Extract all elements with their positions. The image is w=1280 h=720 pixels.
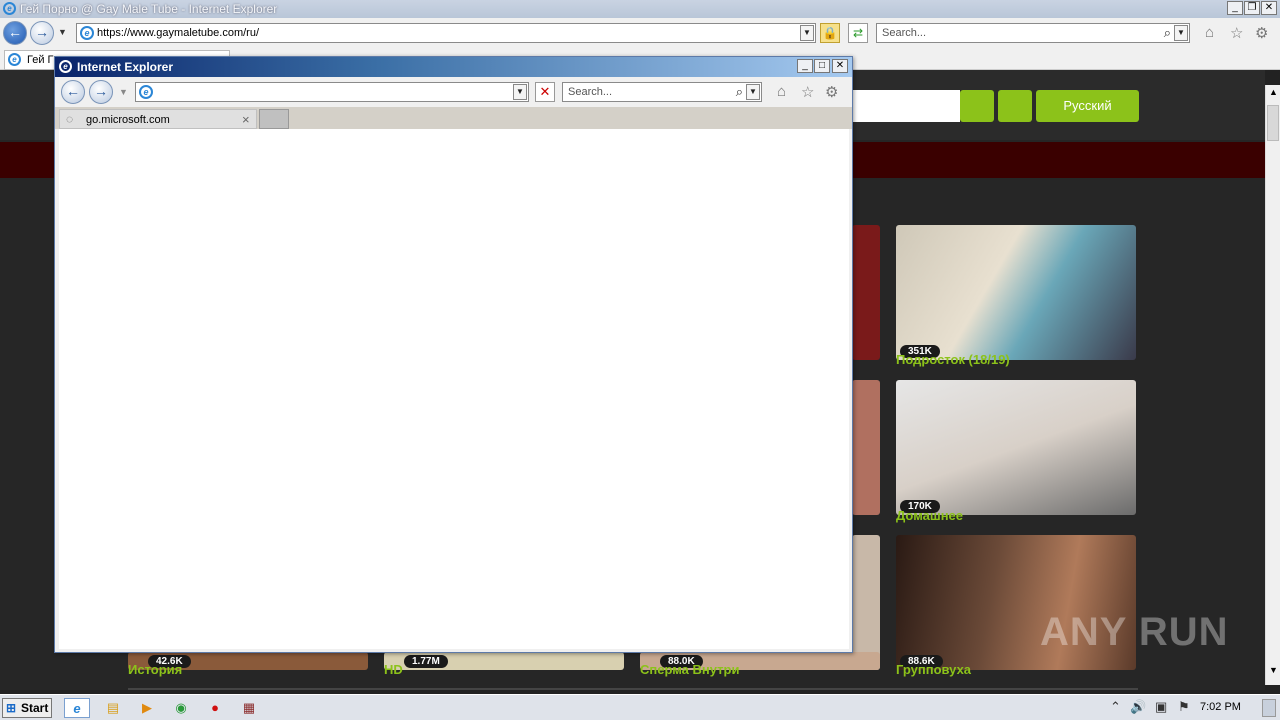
search-placeholder: Search... [882, 27, 927, 39]
popup-minimize-button[interactable]: _ [797, 59, 813, 73]
favorites-star-icon[interactable]: ☆ [1230, 24, 1243, 42]
anyrun-watermark: ANY RUN [1040, 610, 1229, 654]
site-search-button[interactable] [960, 90, 994, 122]
tab-close-icon[interactable]: × [242, 112, 250, 127]
home-icon[interactable]: ⌂ [1205, 24, 1214, 41]
tab-label: go.microsoft.com [86, 114, 170, 126]
video-card[interactable] [852, 535, 880, 670]
minimize-button[interactable]: _ [1227, 1, 1243, 15]
ie-taskbar-icon[interactable]: e [64, 698, 90, 718]
tab-ie-icon: e [8, 53, 21, 66]
popup-tab-bar: ◌ go.microsoft.com × [55, 107, 852, 129]
scroll-down-icon[interactable]: ▼ [1269, 665, 1278, 675]
forward-button[interactable]: → [30, 21, 54, 45]
forward-button[interactable]: → [89, 80, 113, 104]
category-label[interactable]: Домашнее [896, 508, 963, 523]
video-card[interactable]: 1.77M [384, 652, 624, 670]
clock[interactable]: 7:02 PM [1200, 701, 1241, 713]
action-center-flag-icon[interactable]: ⚑ [1178, 699, 1190, 715]
back-button[interactable]: ← [61, 80, 85, 104]
search-placeholder: Search... [568, 86, 613, 98]
ie-logo-icon: e [3, 2, 16, 15]
search-dropdown-icon[interactable]: ▼ [1174, 25, 1188, 41]
ie-logo-icon: e [59, 60, 72, 73]
category-label[interactable]: HD [384, 662, 403, 677]
tab-label: Гей Г [27, 54, 54, 66]
page-ie-icon: e [80, 26, 94, 40]
search-icon[interactable]: ⌕ [736, 84, 743, 100]
page-ie-icon: e [139, 85, 153, 99]
popup-window: e Internet Explorer _ □ ✕ ← → ▼ e ▼ ✕ Se… [54, 56, 853, 653]
stop-icon[interactable]: ✕ [535, 82, 555, 102]
video-card[interactable]: 351K [896, 225, 1136, 360]
explorer-folder-icon[interactable]: ▤ [100, 698, 126, 718]
category-label[interactable]: Подросток (18/19) [896, 352, 1010, 367]
popup-restore-button[interactable]: □ [814, 59, 830, 73]
home-icon[interactable]: ⌂ [777, 83, 786, 100]
page-scrollbar[interactable]: ▲ ▼ [1265, 85, 1280, 685]
category-label[interactable]: Сперма Внутри [640, 662, 739, 677]
video-card[interactable]: 170K [896, 380, 1136, 515]
popup-page-content [59, 129, 849, 649]
history-dropdown-icon[interactable]: ▼ [58, 27, 67, 37]
new-tab-button[interactable] [259, 109, 289, 129]
media-player-icon[interactable]: ▶ [134, 698, 160, 718]
tab-go-microsoft[interactable]: ◌ go.microsoft.com × [59, 109, 257, 129]
popup-search-input[interactable]: Search... ⌕ ▼ [562, 82, 762, 102]
tray-expand-icon[interactable]: ⌃ [1110, 699, 1121, 715]
site-menu-button[interactable] [998, 90, 1032, 122]
start-button[interactable]: ⊞ Start [2, 698, 52, 718]
address-dropdown-icon[interactable]: ▼ [800, 25, 814, 41]
windows-logo-icon: ⊞ [6, 701, 17, 715]
taskbar: ⊞ Start e ▤ ▶ ◉ ● ▦ ⌃ 🔊 ▣ ⚑ 7:02 PM [0, 694, 1280, 720]
settings-gear-icon[interactable]: ⚙ [825, 83, 838, 101]
opera-icon[interactable]: ● [202, 698, 228, 718]
next-row-strip [128, 688, 1138, 690]
chrome-icon[interactable]: ◉ [168, 698, 194, 718]
show-desktop-button[interactable] [1262, 699, 1276, 717]
loading-spinner-icon: ◌ [66, 112, 74, 126]
popup-close-button[interactable]: ✕ [832, 59, 848, 73]
address-bar[interactable]: e https://www.gaymaletube.com/ru/ ▼ [76, 23, 816, 43]
video-card[interactable] [852, 225, 880, 360]
category-label[interactable]: Групповуха [896, 662, 971, 677]
view-count: 1.77M [404, 655, 448, 668]
address-dropdown-icon[interactable]: ▼ [513, 84, 527, 100]
main-navigation-bar: ← → ▼ e https://www.gaymaletube.com/ru/ … [0, 18, 1280, 48]
popup-address-bar[interactable]: e ▼ [135, 82, 529, 102]
address-text: https://www.gaymaletube.com/ru/ [97, 27, 260, 39]
history-dropdown-icon[interactable]: ▼ [119, 87, 128, 97]
main-window-title: Гей Порно @ Gay Male Tube - Internet Exp… [20, 2, 278, 16]
category-label[interactable]: История [128, 662, 182, 677]
scroll-up-icon[interactable]: ▲ [1269, 87, 1278, 97]
start-label: Start [21, 701, 49, 715]
close-button[interactable]: ✕ [1261, 1, 1277, 15]
lock-icon[interactable]: 🔒 [820, 23, 840, 43]
language-button[interactable]: Русский [1036, 90, 1139, 122]
video-card[interactable] [852, 380, 880, 515]
refresh-icon[interactable]: ⇄ [848, 23, 868, 43]
search-icon[interactable]: ⌕ [1164, 25, 1171, 41]
network-icon[interactable]: ▣ [1155, 699, 1167, 715]
favorites-star-icon[interactable]: ☆ [801, 83, 814, 101]
restore-button[interactable]: ❐ [1244, 1, 1260, 15]
main-window-titlebar: e Гей Порно @ Gay Male Tube - Internet E… [0, 0, 1280, 18]
back-button[interactable]: ← [3, 21, 27, 45]
volume-icon[interactable]: 🔊 [1130, 699, 1146, 715]
search-dropdown-icon[interactable]: ▼ [746, 84, 760, 100]
popup-titlebar[interactable]: e Internet Explorer _ □ ✕ [55, 57, 852, 77]
settings-gear-icon[interactable]: ⚙ [1255, 24, 1268, 42]
popup-navigation-bar: ← → ▼ e ▼ ✕ Search... ⌕ ▼ ⌂ ☆ ⚙ [55, 77, 852, 107]
winrar-icon[interactable]: ▦ [236, 698, 262, 718]
popup-title: Internet Explorer [77, 60, 174, 74]
search-input[interactable]: Search... ⌕ ▼ [876, 23, 1190, 43]
scroll-thumb[interactable] [1267, 105, 1279, 141]
